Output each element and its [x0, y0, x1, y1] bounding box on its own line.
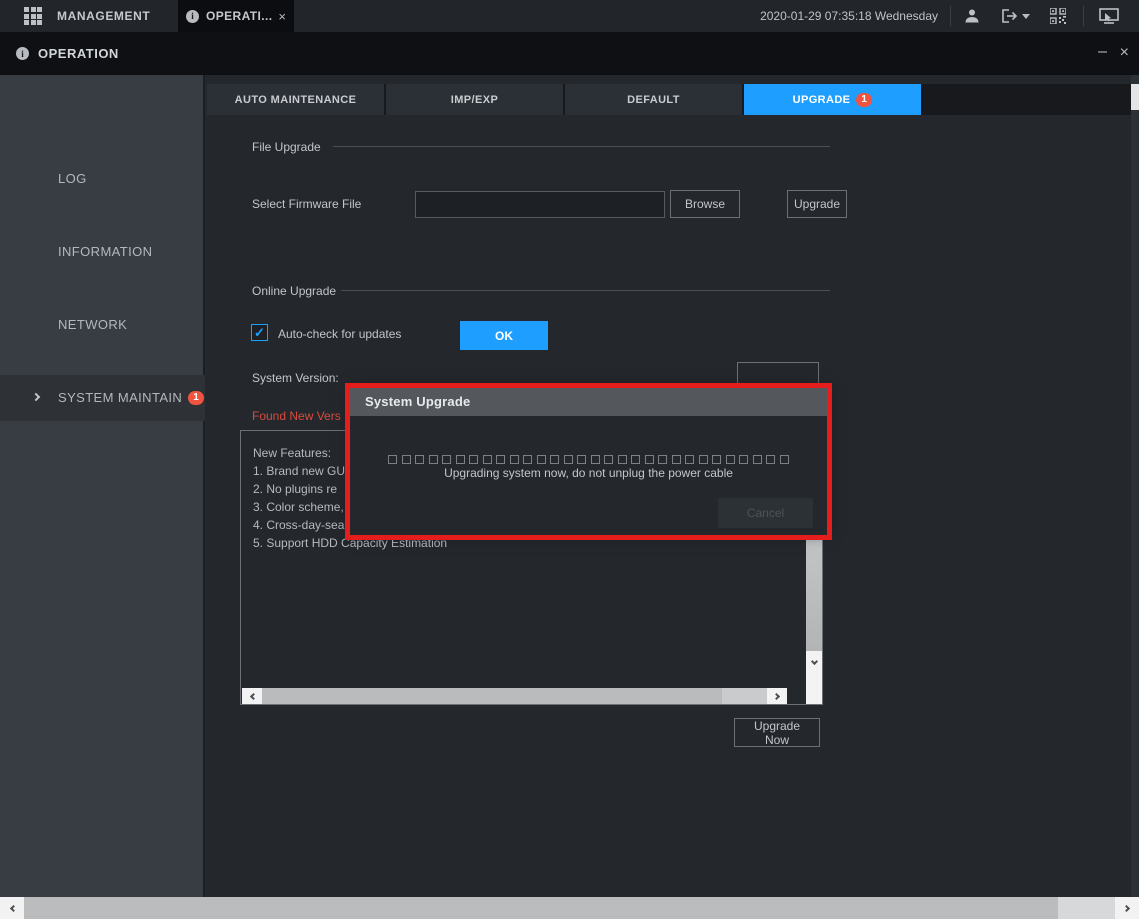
chevron-right-icon: [1122, 904, 1129, 911]
separator: [1083, 6, 1084, 26]
autocheck-label: Auto-check for updates: [278, 327, 401, 341]
top-bar: MANAGEMENT i OPERATI... × 2020-01-29 07:…: [0, 0, 1139, 32]
feature-item: 2. No plugins re: [253, 482, 337, 496]
select-firmware-label: Select Firmware File: [252, 197, 361, 211]
apps-grid-icon[interactable]: [24, 7, 44, 25]
scroll-right-button[interactable]: [767, 688, 787, 704]
feature-item: 1. Brand new GU: [253, 464, 345, 478]
info-icon: i: [186, 10, 199, 23]
features-horizontal-scrollbar[interactable]: [242, 688, 787, 704]
sidebar-item-system-maintain[interactable]: SYSTEM MAINTAIN1: [0, 375, 205, 421]
sidebar-item-log[interactable]: LOG: [0, 156, 205, 202]
cancel-button-disabled[interactable]: Cancel: [718, 498, 813, 528]
chevron-left-icon: [249, 692, 256, 699]
separator: [950, 6, 951, 26]
upgrade-now-button[interactable]: Upgrade Now: [734, 718, 820, 747]
management-menu[interactable]: MANAGEMENT: [57, 0, 150, 32]
tab-upgrade[interactable]: UPGRADE 1: [744, 84, 921, 115]
sidebar-nav: LOG INFORMATION NETWORK SYSTEM MAINTAIN1: [0, 75, 205, 897]
user-icon[interactable]: [961, 7, 983, 25]
chevron-right-icon: [772, 692, 779, 699]
tab-imp-exp[interactable]: IMP/EXP: [386, 84, 563, 115]
alert-badge: 1: [856, 93, 872, 107]
tab-auto-maintenance[interactable]: AUTO MAINTENANCE: [207, 84, 384, 115]
page-horizontal-scrollbar[interactable]: [0, 897, 1139, 919]
partially-hidden-check-button[interactable]: [737, 362, 819, 389]
close-button[interactable]: ×: [1120, 32, 1129, 75]
chevron-right-icon: [32, 393, 40, 401]
upgrade-button[interactable]: Upgrade: [787, 190, 847, 218]
firmware-file-input[interactable]: [415, 191, 665, 218]
tab-default[interactable]: DEFAULT: [565, 84, 742, 115]
logout-icon[interactable]: [999, 7, 1031, 25]
features-heading: New Features:: [253, 446, 331, 460]
application-window: MANAGEMENT i OPERATI... × 2020-01-29 07:…: [0, 0, 1139, 919]
progress-squares: [350, 455, 827, 464]
info-icon: i: [16, 47, 29, 60]
vertical-scroll-thumb[interactable]: [1131, 84, 1139, 110]
feature-item: 3. Color scheme,: [253, 500, 344, 514]
qr-code-icon[interactable]: [1047, 7, 1069, 25]
sidebar-item-information[interactable]: INFORMATION: [0, 229, 205, 275]
scroll-left-button[interactable]: [242, 688, 262, 704]
system-upgrade-dialog: System Upgrade Upgrading system now, do …: [350, 388, 827, 535]
scroll-left-button[interactable]: [0, 897, 24, 919]
tab-close-icon[interactable]: ×: [278, 9, 286, 24]
alert-badge: 1: [188, 391, 204, 405]
section-divider: [333, 146, 830, 147]
scroll-down-button[interactable]: [806, 651, 822, 704]
online-upgrade-section-title: Online Upgrade: [252, 284, 336, 298]
file-upgrade-section-title: File Upgrade: [252, 140, 321, 154]
scroll-right-button[interactable]: [1115, 897, 1139, 919]
autocheck-checkbox[interactable]: ✓: [251, 324, 268, 341]
display-screen-icon[interactable]: [1098, 7, 1120, 25]
system-version-label: System Version:: [252, 371, 339, 385]
page-vertical-scrollbar[interactable]: [1131, 75, 1139, 897]
window-title-bar: i OPERATION – ×: [0, 32, 1139, 75]
dialog-title: System Upgrade: [350, 388, 827, 416]
minimize-button[interactable]: –: [1098, 32, 1107, 75]
operation-top-tab[interactable]: i OPERATI... ×: [178, 0, 294, 32]
dialog-message: Upgrading system now, do not unplug the …: [350, 466, 827, 480]
datetime-display: 2020-01-29 07:35:18 Wednesday: [752, 0, 938, 32]
logout-dropdown-caret[interactable]: [1022, 14, 1030, 19]
browse-button[interactable]: Browse: [670, 190, 740, 218]
feature-item: 4. Cross-day-sea: [253, 518, 344, 532]
window-title: OPERATION: [38, 32, 119, 75]
ok-button[interactable]: OK: [460, 321, 548, 350]
feature-item: 5. Support HDD Capacity Estimation: [253, 536, 447, 550]
horizontal-scroll-thumb[interactable]: [24, 897, 1058, 919]
found-new-version-text: Found New Vers: [252, 409, 344, 423]
horizontal-scroll-thumb[interactable]: [262, 688, 722, 704]
chevron-left-icon: [9, 904, 16, 911]
checkmark-icon: ✓: [254, 325, 265, 341]
chevron-down-icon: [810, 658, 817, 665]
sidebar-item-network[interactable]: NETWORK: [0, 302, 205, 348]
top-tab-label: OPERATI...: [206, 9, 274, 23]
section-divider: [341, 290, 830, 291]
